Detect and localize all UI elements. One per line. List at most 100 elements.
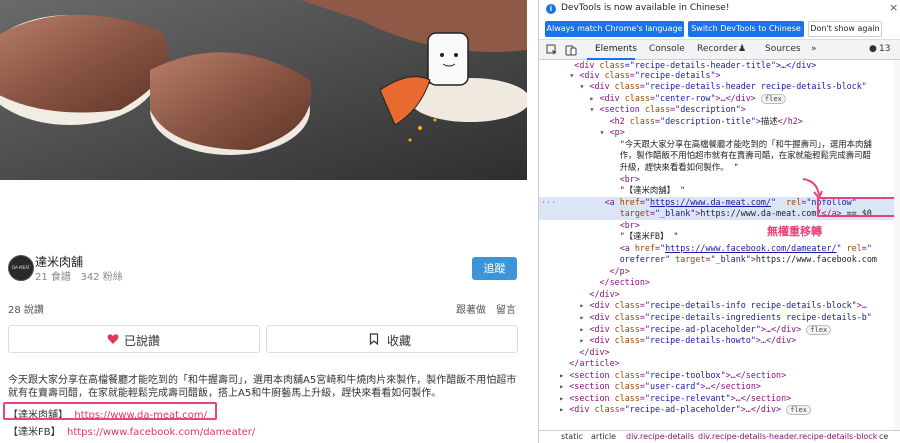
dom-attr: class: [599, 60, 625, 70]
dom-line[interactable]: ▾ <p>: [539, 127, 900, 139]
dom-line[interactable]: ▾ <section class="description">: [539, 104, 900, 116]
match-language-button[interactable]: Always match Chrome's language: [545, 21, 684, 37]
dom-line[interactable]: ▾ <div class="recipe-details-header reci…: [539, 81, 900, 93]
recipe-page: DA-MEAT 達米肉舖 21 食譜 342 粉絲 追蹤 28 說讚 跟著做 留…: [0, 0, 527, 443]
cook-along-link[interactable]: 跟著做: [456, 301, 486, 316]
save-label: 收藏: [387, 334, 412, 348]
device-toggle-icon[interactable]: [565, 44, 577, 56]
recipe-count: 21 食譜: [35, 272, 71, 283]
switch-chinese-button[interactable]: Switch DevTools to Chinese: [688, 21, 804, 37]
fb-link-label: 【達米FB】: [8, 427, 61, 438]
dom-line[interactable]: "【達米肉舖】 ": [539, 185, 900, 197]
dom-line[interactable]: ▸ <div class="recipe-ad-placeholder">…</…: [539, 404, 900, 416]
dom-class: description-title: [665, 116, 751, 126]
dom-text: "【達米肉舖】 ": [619, 185, 686, 195]
issues-dot-icon[interactable]: ●: [869, 44, 877, 54]
devtools-tab-bar: Elements Console Recorder ♟ Sources » ● …: [539, 40, 900, 60]
dom-class: recipe-ad-placeholder: [629, 404, 736, 414]
breadcrumb-item[interactable]: ce: [879, 431, 888, 443]
tab-recorder[interactable]: Recorder: [697, 44, 737, 54]
breadcrumb-item[interactable]: div.recipe-details: [626, 431, 694, 443]
dom-line[interactable]: ▸ <section class="user-card">…</section>: [539, 381, 900, 393]
like-count: 28 說讚: [8, 305, 44, 316]
follow-button[interactable]: 追蹤: [472, 257, 517, 280]
dom-line[interactable]: ▸ <div class="recipe-details-ingredients…: [539, 312, 900, 324]
dom-href[interactable]: https://www.facebook.com/dameater/: [665, 243, 836, 253]
dom-href[interactable]: https://www.da-meat.com/: [650, 197, 771, 207]
annotation-label: 無權重移轉: [767, 225, 822, 238]
devtools-panel: i DevTools is now available in Chinese! …: [538, 0, 900, 443]
dom-text: "【達米FB】 ": [619, 231, 679, 241]
dom-line[interactable]: oreferrer" target="_blank">https://www.f…: [539, 254, 900, 266]
save-button[interactable]: 收藏: [266, 325, 518, 353]
avatar-logo-text: DA-MEAT: [12, 265, 30, 270]
recorder-flask-icon: ♟: [738, 44, 747, 54]
issues-count[interactable]: 13: [879, 44, 890, 54]
dom-class: recipe-details-header recipe-details-blo…: [649, 81, 862, 91]
info-icon: i: [546, 4, 556, 14]
dom-text: https://www.da-meat.com/: [700, 208, 822, 218]
breadcrumb-item[interactable]: article: [591, 431, 616, 443]
elements-scrollbar[interactable]: [894, 60, 900, 430]
dom-line[interactable]: </p>: [539, 266, 900, 278]
dont-show-button[interactable]: Don't show again: [808, 21, 882, 37]
dom-class: recipe-details: [639, 70, 711, 80]
dom-line[interactable]: <br>: [539, 220, 900, 232]
shop-link-highlight-box: [3, 402, 217, 420]
dom-class: recipe-toolbox: [649, 370, 721, 380]
dom-text: 升級，趕快來看看如何製作。 ": [619, 162, 739, 172]
tab-elements[interactable]: Elements: [595, 44, 637, 54]
dom-class: recipe-details-info recipe-details-block: [649, 300, 852, 310]
recipe-photo: [0, 0, 527, 180]
recipe-description: 今天跟大家分享在高檔餐廳才能吃到的「和牛握壽司」，選用本肉舖A5宮崎和牛燒肉片來…: [8, 375, 517, 399]
dom-line[interactable]: </section>: [539, 277, 900, 289]
comment-link[interactable]: 留言: [496, 301, 516, 316]
dom-class: description: [680, 104, 736, 114]
dom-line[interactable]: "今天跟大家分享在高檔餐廳才能吃到的「和牛握壽司」，選用本肉舖: [539, 139, 900, 151]
dom-target: _blank: [660, 208, 691, 218]
dom-target: _blank: [715, 254, 746, 264]
dom-line[interactable]: ▸ <section class="recipe-toolbox">…</sec…: [539, 370, 900, 382]
elements-tree: <div class="recipe-details-header-title"…: [539, 60, 900, 430]
dom-line[interactable]: <h2 class="description-title">描述</h2>: [539, 116, 900, 128]
tab-sources[interactable]: Sources: [765, 44, 801, 54]
dom-line[interactable]: ▸ <div class="center-row">…</div> flex: [539, 93, 900, 105]
flex-badge[interactable]: flex: [806, 325, 832, 335]
dom-val: ="recipe-details-header-title">…</div>: [624, 60, 817, 70]
dom-rel: oreferrer: [619, 254, 666, 264]
dom-line[interactable]: </article>: [539, 358, 900, 370]
inspect-cursor-icon[interactable]: [546, 44, 558, 56]
fb-link[interactable]: https://www.facebook.com/dameater/: [67, 427, 255, 438]
breadcrumb: static article div.recipe-details div.re…: [539, 430, 900, 443]
dom-text: "今天跟大家分享在高檔餐廳才能吃到的「和牛握壽司」，選用本肉舖: [619, 139, 872, 149]
dom-line[interactable]: 升級，趕快來看看如何製作。 ": [539, 162, 900, 174]
dom-line[interactable]: <br>: [539, 174, 900, 186]
dom-line[interactable]: </div>: [539, 347, 900, 359]
flex-badge[interactable]: flex: [760, 94, 786, 104]
dom-class: recipe-details-howto: [649, 335, 751, 345]
more-tabs-icon[interactable]: »: [811, 44, 817, 54]
rel-nofollow-highlight-box: [817, 197, 900, 217]
dom-line[interactable]: 作，製作醋飯不用怕超市就有在賣壽司醋，在家就能輕鬆完成壽司醋: [539, 150, 900, 162]
heart-icon: [107, 334, 119, 344]
breadcrumb-item[interactable]: div.recipe-details-header.recipe-details…: [698, 431, 877, 443]
count-row: 28 說讚 跟著做 留言: [8, 301, 518, 316]
dom-class: recipe-details-ingredients recipe-detail…: [649, 312, 867, 322]
dom-line[interactable]: "【達米FB】 ": [539, 231, 900, 243]
breadcrumb-item[interactable]: static: [561, 431, 583, 443]
dom-line[interactable]: ▸ <section class="recipe-relevant">…</se…: [539, 393, 900, 405]
dom-line[interactable]: ▸ <div class="recipe-details-howto">…</d…: [539, 335, 900, 347]
infobar-message: DevTools is now available in Chinese!: [561, 3, 730, 13]
close-icon[interactable]: ×: [889, 1, 898, 14]
liked-button[interactable]: 已說讚: [8, 325, 260, 353]
dom-line[interactable]: ▾ <div class="recipe-details">: [539, 70, 900, 82]
dom-line[interactable]: <a href="https://www.facebook.com/dameat…: [539, 243, 900, 255]
dom-line[interactable]: ▸ <div class="recipe-ad-placeholder">…</…: [539, 324, 900, 336]
tab-console[interactable]: Console: [649, 44, 685, 54]
dom-text: <div: [574, 60, 600, 70]
liked-label: 已說讚: [124, 334, 161, 348]
author-avatar[interactable]: DA-MEAT: [8, 255, 34, 281]
flex-badge[interactable]: flex: [786, 405, 811, 415]
dom-line[interactable]: ▸ <div class="recipe-details-info recipe…: [539, 300, 900, 312]
dom-line[interactable]: </div>: [539, 289, 900, 301]
